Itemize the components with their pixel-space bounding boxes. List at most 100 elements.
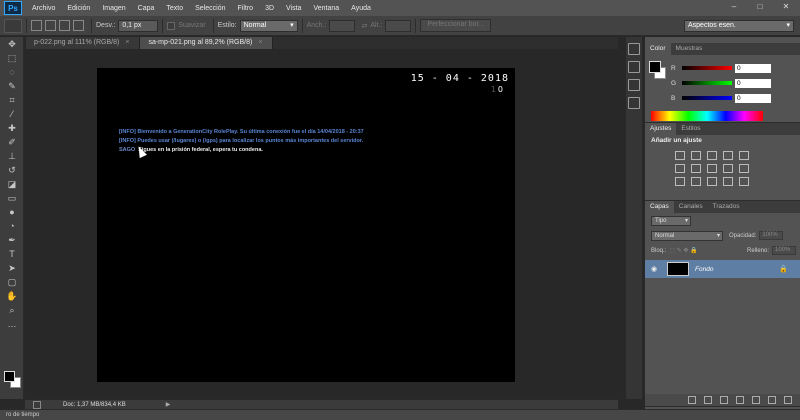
dodge-tool-icon[interactable]: ◔ [0, 219, 24, 233]
maximize-button[interactable]: □ [750, 1, 770, 13]
subtract-selection-icon[interactable] [59, 20, 70, 31]
feather-input[interactable]: 0,1 px [118, 19, 159, 32]
tab-layers[interactable]: Capas [645, 201, 674, 213]
add-mask-icon[interactable] [720, 396, 728, 404]
layer-row-fondo[interactable]: ◉ Fondo 🔒 [645, 260, 800, 278]
tab-swatches[interactable]: Muestras [671, 43, 708, 55]
crop-tool-icon[interactable]: ⌗ [0, 93, 24, 107]
marquee-tool-icon[interactable]: ⬚ [0, 51, 24, 65]
menu-edicion[interactable]: Edición [61, 5, 96, 12]
visibility-eye-icon[interactable]: ◉ [651, 265, 661, 273]
menu-capa[interactable]: Capa [132, 5, 161, 12]
pen-tool-icon[interactable]: ✒ [0, 233, 24, 247]
tab-adjustments[interactable]: Ajustes [645, 123, 677, 135]
posterize-icon[interactable] [691, 177, 701, 186]
levels-icon[interactable] [691, 151, 701, 160]
menu-3d[interactable]: 3D [259, 5, 280, 12]
blur-tool-icon[interactable]: ● [0, 205, 24, 219]
photo-filter-icon[interactable] [723, 164, 733, 173]
close-button[interactable]: ✕ [776, 1, 796, 13]
hue-saturation-icon[interactable] [675, 164, 685, 173]
gradient-tool-icon[interactable]: ▭ [0, 191, 24, 205]
channel-mixer-icon[interactable] [739, 164, 749, 173]
close-tab-icon[interactable]: × [258, 39, 262, 46]
eyedropper-tool-icon[interactable]: ⁄ [0, 107, 24, 121]
new-selection-icon[interactable] [31, 20, 42, 31]
link-layers-icon[interactable] [688, 396, 696, 404]
history-panel-icon[interactable] [628, 43, 640, 55]
document-image[interactable]: 15 - 04 - 2018 10 [INFO] Bienvenido a Ge… [97, 68, 515, 382]
tab-paths[interactable]: Trazados [708, 201, 745, 213]
tool-preset-picker[interactable] [4, 18, 22, 33]
height-input[interactable] [385, 19, 412, 32]
lasso-tool-icon[interactable]: ◌ [0, 65, 24, 79]
canvas-area[interactable]: 15 - 04 - 2018 10 [INFO] Bienvenido a Ge… [25, 49, 618, 399]
menu-ventana[interactable]: Ventana [307, 5, 345, 12]
new-adjustment-icon[interactable] [736, 396, 744, 404]
exposure-icon[interactable] [723, 151, 733, 160]
status-menu-arrow-icon[interactable]: ▶ [166, 401, 171, 408]
blend-mode-select[interactable]: Normal [651, 230, 723, 241]
tab-color[interactable]: Color [645, 43, 671, 55]
zoom-level-icon[interactable] [33, 400, 41, 409]
green-slider[interactable] [682, 81, 732, 85]
timeline-label[interactable]: ro de tiempo [6, 412, 39, 418]
more-tools-icon[interactable]: … [0, 317, 24, 331]
new-layer-icon[interactable] [768, 396, 776, 404]
layer-filter-select[interactable]: Tipo [651, 215, 691, 226]
move-tool-icon[interactable]: ✥ [0, 37, 24, 51]
selective-color-icon[interactable] [739, 177, 749, 186]
zoom-tool-icon[interactable]: ⌕ [0, 303, 24, 317]
add-selection-icon[interactable] [45, 20, 56, 31]
eraser-tool-icon[interactable]: ◪ [0, 177, 24, 191]
threshold-icon[interactable] [707, 177, 717, 186]
actions-panel-icon[interactable] [628, 61, 640, 73]
menu-imagen[interactable]: Imagen [96, 5, 131, 12]
style-select[interactable]: Normal [239, 19, 298, 32]
menu-archivo[interactable]: Archivo [26, 5, 61, 12]
tab-document-2[interactable]: sa-mp-021.png al 89,2% (RGB/8) × [140, 37, 274, 49]
menu-filtro[interactable]: Filtro [232, 5, 260, 12]
history-brush-tool-icon[interactable]: ↺ [0, 163, 24, 177]
invert-icon[interactable] [675, 177, 685, 186]
tab-document-1[interactable]: p-022.png al 111% (RGB/8) × [26, 37, 141, 49]
foreground-color-swatch[interactable] [4, 371, 15, 382]
fill-input[interactable]: 100% [772, 246, 796, 255]
clone-stamp-tool-icon[interactable]: ⊥ [0, 149, 24, 163]
lock-icons[interactable]: ⬚ ✎ ✥ 🔒 [669, 247, 697, 254]
opacity-input[interactable]: 100% [759, 231, 784, 240]
red-slider[interactable] [682, 66, 732, 70]
properties-panel-icon[interactable] [628, 79, 640, 91]
red-value-input[interactable]: 0 [735, 63, 771, 73]
swap-icon[interactable]: ⇄ [361, 22, 367, 30]
minimize-button[interactable]: – [724, 1, 744, 13]
color-spectrum[interactable] [651, 111, 763, 121]
close-tab-icon[interactable]: × [125, 39, 129, 46]
hand-tool-icon[interactable]: ✋ [0, 289, 24, 303]
green-value-input[interactable]: 0 [735, 78, 771, 88]
tab-channels[interactable]: Canales [674, 201, 708, 213]
paragraph-panel-icon[interactable] [628, 97, 640, 109]
shape-tool-icon[interactable]: ▢ [0, 275, 24, 289]
workspace-select[interactable]: Aspectos esen. [684, 19, 794, 32]
gradient-map-icon[interactable] [723, 177, 733, 186]
vibrance-icon[interactable] [739, 151, 749, 160]
antialias-checkbox[interactable] [167, 21, 176, 30]
refine-edge-button[interactable]: Perfeccionar bor... [420, 19, 492, 32]
menu-ayuda[interactable]: Ayuda [345, 5, 377, 12]
delete-layer-icon[interactable] [784, 396, 792, 404]
tab-styles[interactable]: Estilos [676, 123, 705, 135]
type-tool-icon[interactable]: T [0, 247, 24, 261]
menu-seleccion[interactable]: Selección [189, 5, 231, 12]
width-input[interactable] [329, 19, 356, 32]
foreground-color-swatch[interactable] [649, 61, 661, 73]
blue-value-input[interactable]: 0 [735, 93, 771, 103]
black-white-icon[interactable] [707, 164, 717, 173]
menu-texto[interactable]: Texto [160, 5, 189, 12]
color-swatches[interactable] [4, 371, 22, 389]
quick-select-tool-icon[interactable]: ✎ [0, 79, 24, 93]
color-balance-icon[interactable] [691, 164, 701, 173]
fx-icon[interactable] [704, 396, 712, 404]
brightness-icon[interactable] [675, 151, 685, 160]
curves-icon[interactable] [707, 151, 717, 160]
